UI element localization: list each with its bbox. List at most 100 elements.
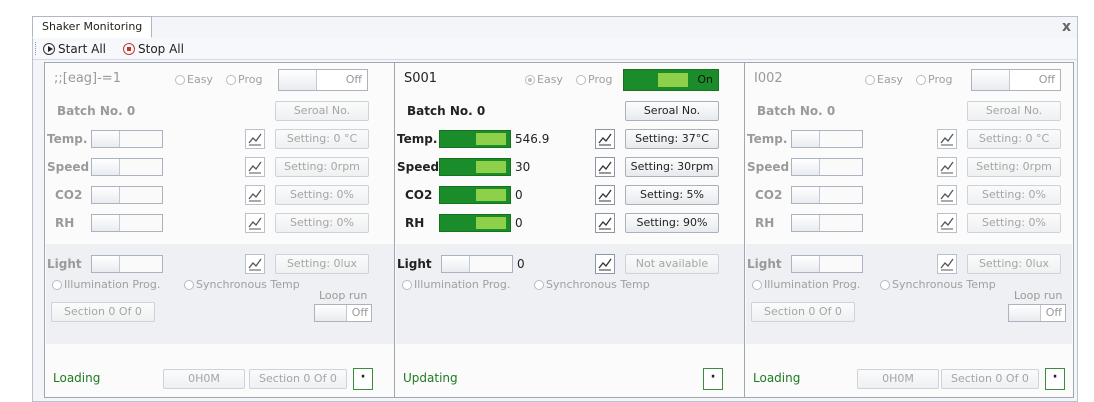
- synchronous-temp-radio[interactable]: Synchronous Temp: [534, 278, 650, 291]
- co2-gauge: [439, 186, 511, 204]
- trend-chart-icon: [940, 133, 954, 146]
- illumination-prog-radio[interactable]: Illumination Prog.: [402, 278, 510, 291]
- status-text: Loading: [753, 371, 801, 385]
- temp-setting-button[interactable]: Setting: 37°C: [625, 129, 719, 149]
- rh-chart-button[interactable]: [245, 213, 265, 233]
- light-chart-button[interactable]: [245, 254, 265, 274]
- trend-chart-icon: [598, 189, 612, 202]
- speed-label: Speed: [47, 160, 90, 174]
- speed-setting-button[interactable]: Setting: 30rpm: [625, 157, 719, 177]
- power-toggle[interactable]: On: [623, 69, 719, 91]
- seroal-button[interactable]: Seroal No.: [275, 101, 369, 121]
- section-button[interactable]: Section 0 Of 0: [51, 302, 155, 322]
- trend-chart-icon: [940, 258, 954, 271]
- rh-setting-button[interactable]: Setting: 90%: [625, 213, 719, 233]
- unit-name: I002: [754, 71, 783, 86]
- speed-gauge: [791, 158, 863, 176]
- mode-prog-radio[interactable]: Prog: [576, 73, 612, 86]
- light-setting-button[interactable]: Setting: 0lux: [967, 254, 1061, 274]
- mode-easy-radio[interactable]: Easy: [525, 73, 563, 86]
- co2-chart-button[interactable]: [937, 185, 957, 205]
- light-setting-button[interactable]: Setting: 0lux: [275, 254, 369, 274]
- rh-label: RH: [755, 216, 775, 230]
- rh-setting-button[interactable]: Setting: 0%: [967, 213, 1061, 233]
- co2-gauge: [791, 186, 863, 204]
- detail-dot-button[interactable]: ·: [703, 368, 723, 390]
- loop-run-toggle[interactable]: Off: [314, 304, 372, 322]
- co2-setting-button[interactable]: Setting: 0%: [967, 185, 1061, 205]
- stop-all-button[interactable]: Stop All: [123, 41, 184, 56]
- trend-chart-icon: [598, 133, 612, 146]
- co2-chart-button[interactable]: [245, 185, 265, 205]
- rh-chart-button[interactable]: [937, 213, 957, 233]
- detail-dot-button[interactable]: ·: [1045, 368, 1065, 390]
- temp-chart-button[interactable]: [245, 129, 265, 149]
- mode-easy-radio[interactable]: Easy: [175, 73, 213, 86]
- light-label: Light: [747, 257, 782, 271]
- rh-gauge: [439, 214, 511, 232]
- loop-run-toggle[interactable]: Off: [1008, 304, 1066, 322]
- mode-easy-radio[interactable]: Easy: [865, 73, 903, 86]
- temp-gauge: [439, 130, 511, 148]
- speed-setting-button[interactable]: Setting: 0rpm: [967, 157, 1061, 177]
- light-value: 0: [517, 257, 525, 271]
- temp-gauge: [791, 130, 863, 148]
- unit-panel-2: I002 Easy Prog Off Batch No. 0 Seroal No…: [744, 62, 1074, 398]
- synchronous-temp-radio[interactable]: Synchronous Temp: [184, 278, 300, 291]
- speed-chart-button[interactable]: [245, 157, 265, 177]
- light-section: Light Setting: 0lux Illumination Prog. S…: [746, 244, 1072, 344]
- start-all-button[interactable]: Start All: [43, 41, 106, 56]
- elapsed-time: 0H0M: [163, 369, 245, 389]
- synchronous-temp-radio[interactable]: Synchronous Temp: [880, 278, 996, 291]
- mode-prog-radio[interactable]: Prog: [226, 73, 262, 86]
- temp-value: 546.9: [515, 132, 550, 146]
- close-icon[interactable]: x: [1062, 19, 1071, 35]
- light-label: Light: [397, 257, 432, 271]
- co2-setting-button[interactable]: Setting: 5%: [625, 185, 719, 205]
- light-chart-button[interactable]: [937, 254, 957, 274]
- detail-dot-button[interactable]: ·: [353, 368, 373, 390]
- light-setting-button[interactable]: Not available: [625, 254, 719, 274]
- power-toggle[interactable]: Off: [971, 69, 1061, 91]
- start-all-label: Start All: [58, 41, 107, 56]
- toolbar-grip-icon[interactable]: [35, 42, 38, 55]
- co2-value: 0: [515, 188, 523, 202]
- temp-gauge: [91, 130, 163, 148]
- mode-prog-radio[interactable]: Prog: [916, 73, 952, 86]
- rh-setting-button[interactable]: Setting: 0%: [275, 213, 369, 233]
- section-button[interactable]: Section 0 Of 0: [751, 302, 855, 322]
- rh-label: RH: [405, 216, 425, 230]
- temp-chart-button[interactable]: [937, 129, 957, 149]
- batch-label: Batch No. 0: [407, 104, 486, 118]
- light-gauge: [441, 255, 513, 273]
- batch-label: Batch No. 0: [757, 104, 836, 118]
- speed-setting-button[interactable]: Setting: 0rpm: [275, 157, 369, 177]
- co2-gauge: [91, 186, 163, 204]
- temp-setting-button[interactable]: Setting: 0 °C: [967, 129, 1061, 149]
- light-chart-button[interactable]: [595, 254, 615, 274]
- temp-chart-button[interactable]: [595, 129, 615, 149]
- elapsed-time: 0H0M: [857, 369, 939, 389]
- seroal-button[interactable]: Seroal No.: [625, 101, 719, 121]
- illumination-prog-radio[interactable]: Illumination Prog.: [52, 278, 160, 291]
- seroal-button[interactable]: Seroal No.: [967, 101, 1061, 121]
- trend-chart-icon: [248, 258, 262, 271]
- speed-gauge: [439, 158, 511, 176]
- rh-chart-button[interactable]: [595, 213, 615, 233]
- illumination-prog-radio[interactable]: Illumination Prog.: [752, 278, 860, 291]
- loop-run-label: Loop run: [1014, 289, 1063, 302]
- speed-gauge: [91, 158, 163, 176]
- speed-chart-button[interactable]: [937, 157, 957, 177]
- power-toggle[interactable]: Off: [278, 69, 368, 91]
- trend-chart-icon: [248, 161, 262, 174]
- speed-label: Speed: [747, 160, 790, 174]
- co2-setting-button[interactable]: Setting: 0%: [275, 185, 369, 205]
- speed-chart-button[interactable]: [595, 157, 615, 177]
- trend-chart-icon: [248, 217, 262, 230]
- co2-label: CO2: [55, 188, 83, 202]
- co2-chart-button[interactable]: [595, 185, 615, 205]
- trend-chart-icon: [940, 189, 954, 202]
- temp-setting-button[interactable]: Setting: 0 °C: [275, 129, 369, 149]
- unit-panel-0: ;;[eag]-=1 Easy Prog Off Batch No. 0 Ser…: [44, 62, 396, 398]
- tab-shaker-monitoring[interactable]: Shaker Monitoring: [32, 16, 153, 38]
